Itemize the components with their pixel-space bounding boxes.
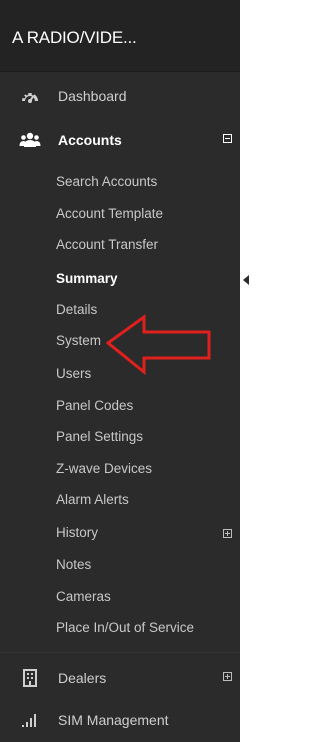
red-arrow-annotation-icon [106,314,211,376]
submenu-system[interactable]: System [56,331,101,351]
submenu-summary[interactable]: Summary [56,269,118,289]
submenu-z-wave-devices[interactable]: Z-wave Devices [56,459,152,479]
nav-item-dashboard[interactable]: Dashboard [0,84,240,108]
users-group-icon [18,128,42,152]
nav-item-sim-management[interactable]: SIM Management [0,708,240,732]
submenu-account-transfer[interactable]: Account Transfer [56,235,158,255]
expand-icon[interactable] [223,529,232,538]
nav-label-accounts: Accounts [58,132,122,148]
divider [0,652,240,653]
nav-label-dashboard: Dashboard [58,88,127,104]
nav-item-dealers[interactable]: Dealers [0,666,240,690]
submenu-alarm-alerts[interactable]: Alarm Alerts [56,490,129,510]
nav-label-dealers: Dealers [58,670,107,686]
submenu-panel-settings[interactable]: Panel Settings [56,427,143,447]
submenu-place-in-out-of-service[interactable]: Place In/Out of Service [56,618,194,638]
expand-icon[interactable] [223,672,232,681]
nav-item-accounts[interactable]: Accounts [0,128,240,152]
submenu-search-accounts[interactable]: Search Accounts [56,172,157,192]
submenu-panel-codes[interactable]: Panel Codes [56,396,133,416]
building-icon [18,666,42,690]
submenu-details[interactable]: Details [56,300,97,320]
dashboard-gauge-icon [18,84,42,108]
submenu-users[interactable]: Users [56,364,91,384]
collapse-icon[interactable] [223,134,232,143]
submenu-history[interactable]: History [56,523,98,543]
active-item-caret-icon [243,275,249,285]
submenu-notes[interactable]: Notes [56,555,91,575]
submenu-cameras[interactable]: Cameras [56,587,111,607]
brand-title[interactable]: A RADIO/VIDE... [0,0,240,72]
signal-bars-icon [18,708,42,732]
nav-label-sim-management: SIM Management [58,712,169,728]
submenu-account-template[interactable]: Account Template [56,204,163,224]
